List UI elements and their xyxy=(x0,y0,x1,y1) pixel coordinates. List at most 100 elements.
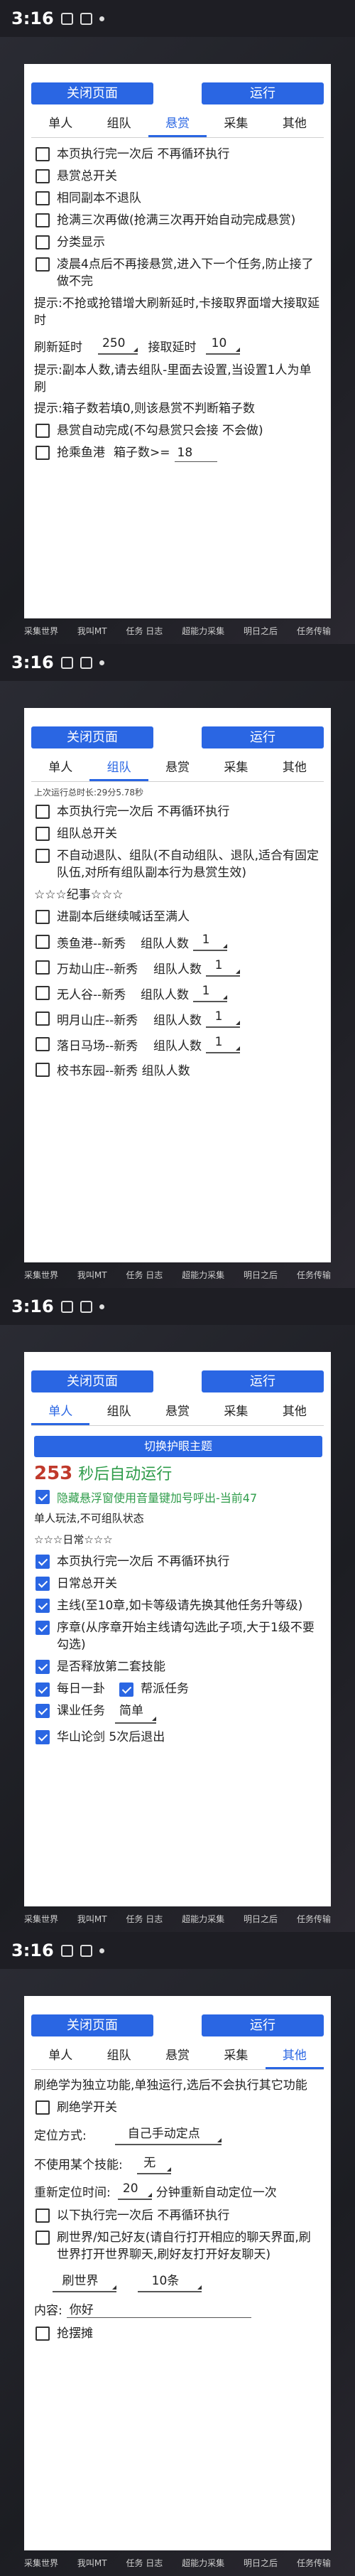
tab-single[interactable]: 单人 xyxy=(31,2041,89,2069)
channel-select[interactable]: 刷世界 xyxy=(53,2270,116,2292)
option-chat-spam[interactable]: 刷世界/知己好友(请自行打开相应的聊天界面,刷世界打开世界聊天,刷好友打开好友聊… xyxy=(34,2229,322,2263)
tab-gather[interactable]: 采集 xyxy=(207,753,265,781)
checkbox[interactable] xyxy=(36,147,50,161)
close-page-button[interactable]: 关闭页面 xyxy=(31,726,153,748)
close-page-button[interactable]: 关闭页面 xyxy=(31,2014,153,2036)
checkbox[interactable] xyxy=(36,2327,50,2341)
run-button[interactable]: 运行 xyxy=(202,726,324,748)
hide-float-option[interactable]: 隐藏悬浮窗使用音量键加号呼出-当前47 xyxy=(34,1488,322,1506)
checkbox[interactable] xyxy=(36,1555,50,1569)
tab-gather[interactable]: 采集 xyxy=(207,2041,265,2069)
message-count-select[interactable]: 10条 xyxy=(138,2270,202,2292)
tab-other[interactable]: 其他 xyxy=(266,753,324,781)
checkbox[interactable] xyxy=(36,1037,50,1051)
accept-delay-select[interactable]: 10 xyxy=(206,336,241,355)
checkbox[interactable] xyxy=(36,1577,50,1591)
tab-other[interactable]: 其他 xyxy=(265,2041,324,2069)
eye-theme-button[interactable]: 切换护眼主题 xyxy=(34,1436,322,1457)
option-no-loop[interactable]: 本页执行完一次后 不再循环执行 xyxy=(34,146,322,163)
team-size-select[interactable]: 1 xyxy=(206,958,240,977)
option-category[interactable]: 分类显示 xyxy=(34,234,322,251)
option-team-master[interactable]: 组队总开关 xyxy=(34,825,322,842)
checkbox[interactable] xyxy=(36,805,50,819)
content-input[interactable]: 你好 xyxy=(66,2299,251,2318)
option-daily-master[interactable]: 日常总开关 xyxy=(34,1575,322,1592)
checkbox[interactable] xyxy=(36,1490,50,1504)
checkbox[interactable] xyxy=(36,1704,50,1718)
option-daily-divination[interactable]: 每日一卦 xyxy=(34,1680,105,1697)
locate-mode-select[interactable]: 自己手动定点 xyxy=(114,2123,222,2145)
tab-team[interactable]: 组队 xyxy=(89,2041,148,2069)
option-after-4am[interactable]: 凌晨4点后不再接悬赏,进入下一个任务,防止接了做不完 xyxy=(34,256,322,290)
checkbox[interactable] xyxy=(36,986,50,1000)
skill-exclude-select[interactable]: 无 xyxy=(136,2152,171,2174)
option-same-dungeon[interactable]: 相同副本不退队 xyxy=(34,190,322,207)
run-button[interactable]: 运行 xyxy=(202,2014,324,2036)
checkbox[interactable] xyxy=(36,1062,50,1077)
checkbox[interactable] xyxy=(36,827,50,841)
tab-single[interactable]: 单人 xyxy=(31,109,89,137)
option-no-loop[interactable]: 本页执行完一次后 不再循环执行 xyxy=(34,1553,322,1570)
close-page-button[interactable]: 关闭页面 xyxy=(31,1370,153,1392)
option-keep-shouting[interactable]: 进副本后继续喊话至满人 xyxy=(34,908,322,925)
checkbox[interactable] xyxy=(36,1683,50,1697)
checkbox[interactable] xyxy=(36,213,50,227)
team-size-select[interactable]: 1 xyxy=(193,933,227,951)
checkbox[interactable] xyxy=(36,446,50,460)
checkbox[interactable] xyxy=(36,1621,50,1635)
team-size-select[interactable]: 1 xyxy=(193,984,227,1002)
option-skill-master[interactable]: 刷绝学开关 xyxy=(34,2099,322,2116)
tab-team[interactable]: 组队 xyxy=(89,109,148,137)
tab-gather[interactable]: 采集 xyxy=(207,109,265,137)
checkbox[interactable] xyxy=(36,235,50,249)
checkbox[interactable] xyxy=(36,960,50,975)
tab-other[interactable]: 其他 xyxy=(266,1397,324,1425)
option-second-skill[interactable]: 是否释放第二套技能 xyxy=(34,1658,322,1675)
checkbox[interactable] xyxy=(36,1011,50,1026)
box-count-input[interactable]: 18 xyxy=(174,444,217,462)
relocate-time-select[interactable]: 20 xyxy=(117,2181,152,2200)
tab-bounty[interactable]: 悬赏 xyxy=(148,109,207,137)
run-button[interactable]: 运行 xyxy=(202,1370,324,1392)
option-no-auto-team[interactable]: 不自动退队、组队(不自动组队、退队,适合有固定队伍,对所有组队副本行为悬赏生效) xyxy=(34,847,322,881)
option-no-loop[interactable]: 本页执行完一次后 不再循环执行 xyxy=(34,803,322,820)
checkbox[interactable] xyxy=(36,910,50,924)
tab-single[interactable]: 单人 xyxy=(31,1397,90,1425)
tab-bounty[interactable]: 悬赏 xyxy=(148,753,207,781)
option-auto-complete[interactable]: 悬赏自动完成(不勾悬赏只会接 不会做) xyxy=(34,422,322,439)
option-main-quest[interactable]: 主线(至10章,如卡等级请先换其他任务升等级) xyxy=(34,1597,322,1614)
option-no-loop[interactable]: 以下执行完一次后 不再循环执行 xyxy=(34,2207,322,2224)
checkbox[interactable] xyxy=(36,169,50,183)
option-bounty-master[interactable]: 悬赏总开关 xyxy=(34,168,322,185)
checkbox[interactable] xyxy=(36,1660,50,1674)
checkbox[interactable] xyxy=(36,2209,50,2223)
checkbox[interactable] xyxy=(36,424,50,438)
option-grab-fishport[interactable]: 抢乘鱼港 箱子数>= 18 xyxy=(34,444,322,462)
option-huashan[interactable]: 华山论剑 5次后退出 xyxy=(34,1729,322,1746)
option-stall[interactable]: 抢摆摊 xyxy=(34,2325,322,2342)
refresh-delay-select[interactable]: 250 xyxy=(98,336,138,355)
option-study-task[interactable]: 课业任务 简单 xyxy=(34,1702,322,1724)
close-page-button[interactable]: 关闭页面 xyxy=(31,82,153,104)
tab-single[interactable]: 单人 xyxy=(31,753,89,781)
option-grab-three[interactable]: 抢满三次再做(抢满三次再开始自动完成悬赏) xyxy=(34,212,322,229)
tab-team[interactable]: 组队 xyxy=(89,1397,148,1425)
tab-bounty[interactable]: 悬赏 xyxy=(148,2041,207,2069)
checkbox[interactable] xyxy=(36,1730,50,1744)
tab-gather[interactable]: 采集 xyxy=(207,1397,265,1425)
checkbox[interactable] xyxy=(36,191,50,205)
checkbox[interactable] xyxy=(36,935,50,949)
checkbox[interactable] xyxy=(36,2100,50,2115)
checkbox[interactable] xyxy=(36,849,50,863)
option-prologue[interactable]: 序章(从序章开始主线请勾选此子项,大于1级不要勾选) xyxy=(34,1619,322,1653)
tab-team[interactable]: 组队 xyxy=(89,753,148,781)
option-guild-task[interactable]: 帮派任务 xyxy=(118,1680,189,1697)
checkbox[interactable] xyxy=(36,2231,50,2245)
difficulty-select[interactable]: 简单 xyxy=(115,1702,156,1724)
run-button[interactable]: 运行 xyxy=(202,82,324,104)
checkbox[interactable] xyxy=(36,1599,50,1613)
checkbox[interactable] xyxy=(36,257,50,272)
team-size-select[interactable]: 1 xyxy=(206,1009,240,1028)
tab-bounty[interactable]: 悬赏 xyxy=(148,1397,207,1425)
tab-other[interactable]: 其他 xyxy=(266,109,324,137)
